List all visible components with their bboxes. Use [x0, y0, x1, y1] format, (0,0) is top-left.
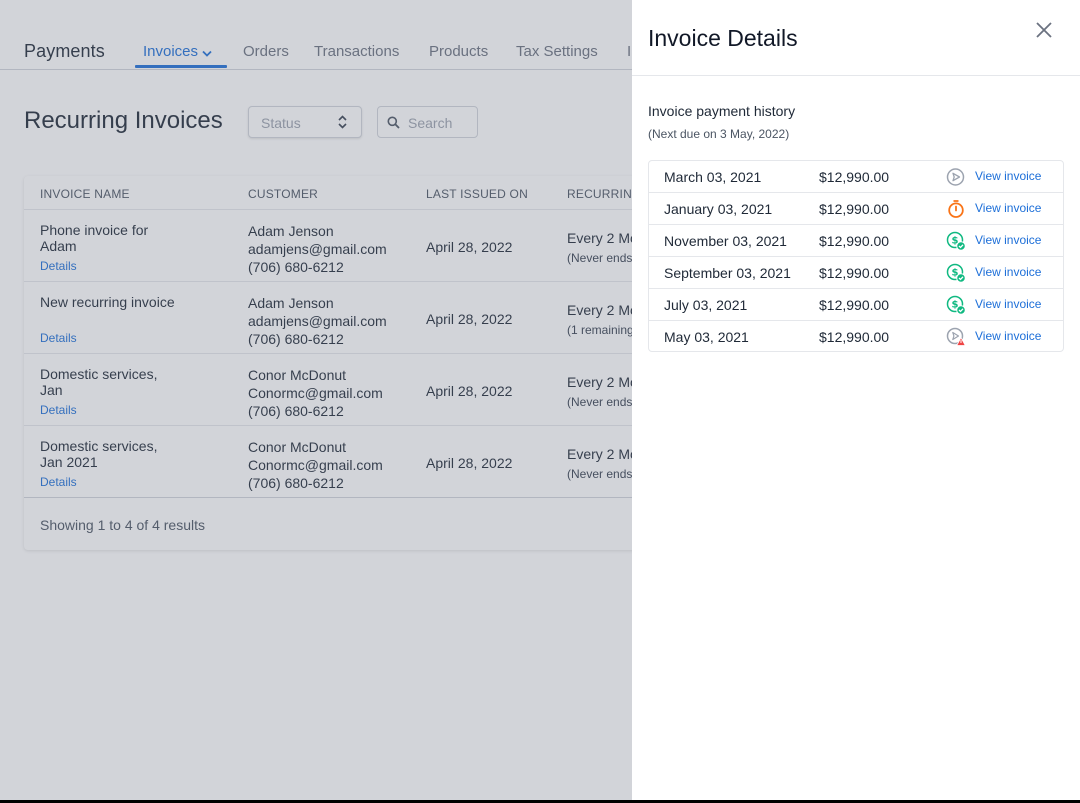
- history-date: September 03, 2021: [664, 265, 791, 281]
- panel-title: Invoice Details: [648, 25, 798, 51]
- view-invoice-link[interactable]: View invoice: [975, 169, 1041, 183]
- paid-icon: $: [946, 295, 966, 315]
- history-amount: $12,990.00: [819, 169, 890, 185]
- close-button[interactable]: [1032, 18, 1056, 42]
- payment-history-list: March 03, 2021 $12,990.00 View invoice J…: [648, 160, 1064, 352]
- view-invoice-link[interactable]: View invoice: [975, 201, 1041, 215]
- history-date: July 03, 2021: [664, 297, 748, 313]
- history-date: May 03, 2021: [664, 329, 749, 345]
- history-amount: $12,990.00: [819, 329, 890, 345]
- sent-icon: [946, 167, 966, 187]
- history-row: January 03, 2021 $12,990.00 View invoice: [649, 193, 1063, 225]
- history-amount: $12,990.00: [819, 297, 890, 313]
- view-invoice-link[interactable]: View invoice: [975, 329, 1041, 343]
- view-invoice-link[interactable]: View invoice: [975, 265, 1041, 279]
- divider: [632, 75, 1080, 76]
- history-date: March 03, 2021: [664, 169, 762, 185]
- pending-timer-icon: [946, 199, 966, 219]
- next-due-text: (Next due on 3 May, 2022): [648, 127, 790, 141]
- history-amount: $12,990.00: [819, 233, 890, 249]
- payment-history-title: Invoice payment history: [648, 103, 796, 119]
- sent-failed-icon: [946, 327, 966, 347]
- paid-icon: $: [946, 231, 966, 251]
- history-row: July 03, 2021 $12,990.00 $ View invoice: [649, 289, 1063, 321]
- history-date: January 03, 2021: [664, 201, 773, 217]
- invoice-details-panel: Invoice Details Invoice payment history …: [632, 0, 1080, 800]
- close-icon: [1032, 22, 1056, 46]
- paid-icon: $: [946, 263, 966, 283]
- history-row: March 03, 2021 $12,990.00 View invoice: [649, 161, 1063, 193]
- history-row: November 03, 2021 $12,990.00 $ View invo…: [649, 225, 1063, 257]
- app-window: Payments Invoices Orders Transactions Pr…: [0, 0, 1080, 800]
- view-invoice-link[interactable]: View invoice: [975, 297, 1041, 311]
- history-row: September 03, 2021 $12,990.00 $ View inv…: [649, 257, 1063, 289]
- history-row: May 03, 2021 $12,990.00 View invoice: [649, 321, 1063, 351]
- view-invoice-link[interactable]: View invoice: [975, 233, 1041, 247]
- history-date: November 03, 2021: [664, 233, 787, 249]
- history-amount: $12,990.00: [819, 265, 890, 281]
- history-amount: $12,990.00: [819, 201, 890, 217]
